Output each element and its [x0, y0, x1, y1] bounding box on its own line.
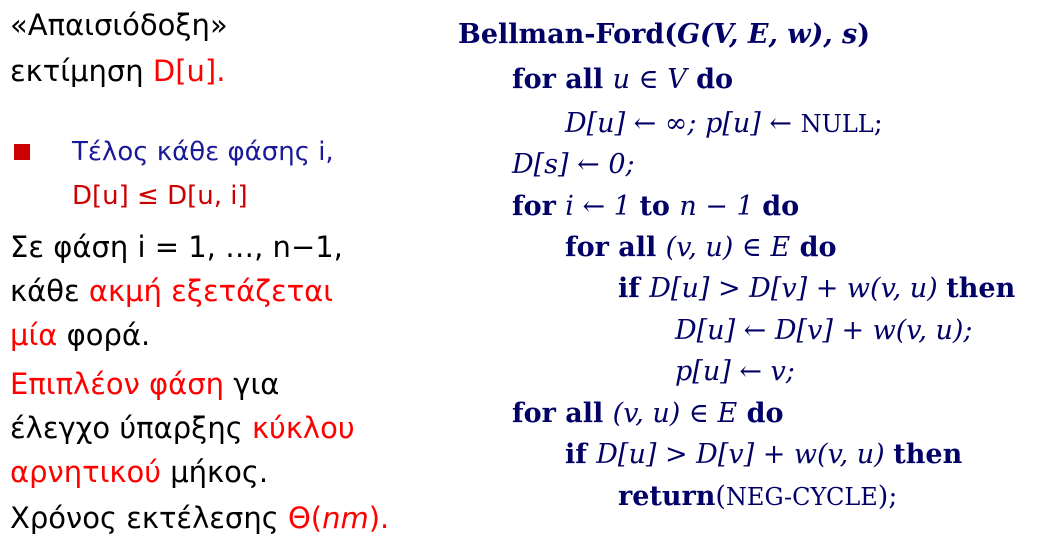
bullet-line2: D[u] ≤ D[u, i] [72, 181, 248, 211]
code-line-init-loop: for all u ∈ V do [512, 64, 734, 95]
para-pessimistic-line2: εκτίμηση D[u]. [10, 54, 226, 88]
code-line-phase-loop: for i ← 1 to n − 1 do [512, 191, 800, 222]
bullet-line1: Τέλος κάθε φάσης i, [72, 137, 334, 167]
bellman-ford-pseudocode: Bellman-Ford(G(V, E, w), s) for all u ∈ … [455, 0, 1062, 537]
para-extra-phase-line2: έλεγχο ύπαρξης κύκλου [10, 411, 355, 445]
para-phase-line2: κάθε ακμή εξετάζεται [10, 274, 334, 308]
algorithm-header: Bellman-Ford(G(V, E, w), s) [458, 19, 871, 50]
square-bullet-icon [14, 144, 30, 160]
para-phase-line3: μία φορά. [10, 318, 151, 352]
code-line-return-neg-cycle: return(NEG-CYCLE); [618, 481, 898, 512]
code-line-parent-update: p[u] ← v; [675, 356, 795, 387]
code-line-check-loop: for all (v, u) ∈ E do [512, 398, 784, 429]
para-phase-line1: Σε φάση i = 1, …, n−1, [10, 230, 343, 264]
para-running-time: Χρόνος εκτέλεσης Θ(nm). [10, 501, 390, 535]
code-line-negative-check: if D[u] > D[v] + w(v, u) then [565, 439, 963, 470]
para-pessimistic-line1: «Απαισιόδοξη» [10, 8, 228, 42]
code-line-relax-update: D[u] ← D[v] + w(v, u); [675, 315, 973, 346]
para-extra-phase-line3: αρνητικού μήκος. [10, 455, 269, 489]
code-line-edge-loop: for all (v, u) ∈ E do [565, 232, 837, 263]
code-line-relax-check: if D[u] > D[v] + w(v, u) then [618, 273, 1016, 304]
explanation-panel: «Απαισιόδοξη» εκτίμηση D[u]. Τέλος κάθε … [10, 0, 480, 537]
code-line-source-init: D[s] ← 0; [512, 149, 635, 180]
para-extra-phase-line1: Επιπλέον φάση για [10, 367, 280, 401]
code-line-init-body: D[u] ← ∞; p[u] ← NULL; [565, 108, 883, 139]
